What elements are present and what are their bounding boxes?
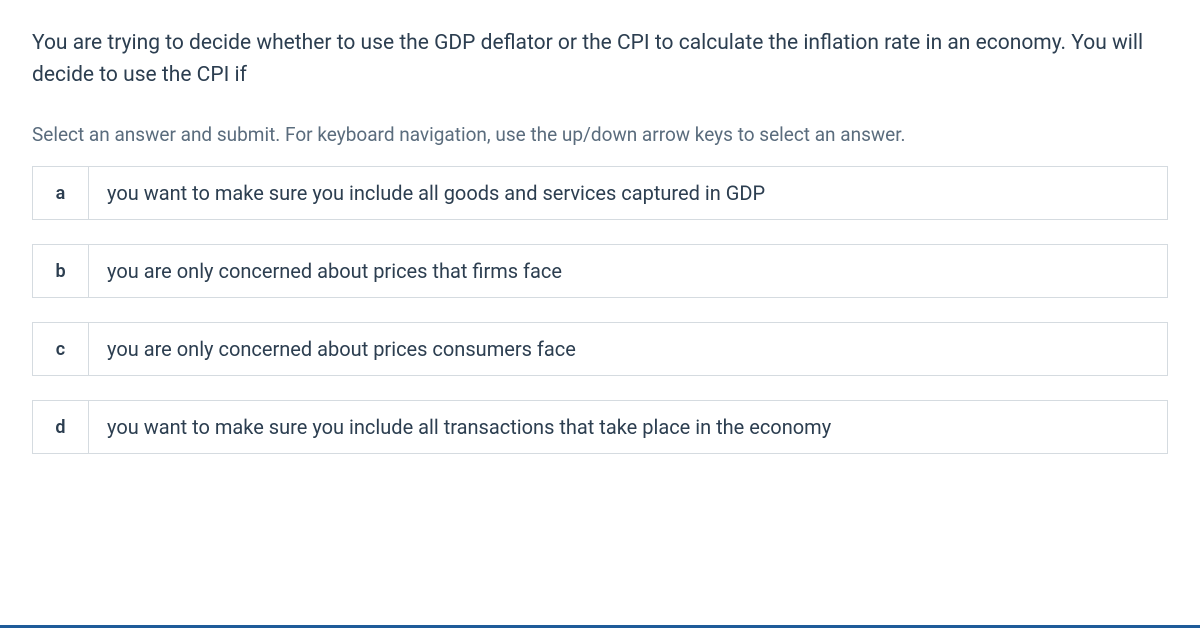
option-d[interactable]: d you want to make sure you include all … bbox=[32, 400, 1168, 454]
instruction-text: Select an answer and submit. For keyboar… bbox=[0, 123, 1200, 146]
question-block: You are trying to decide whether to use … bbox=[0, 0, 1200, 91]
question-text: You are trying to decide whether to use … bbox=[32, 28, 1168, 91]
option-c[interactable]: c you are only concerned about prices co… bbox=[32, 322, 1168, 376]
option-letter: d bbox=[33, 401, 89, 453]
option-a[interactable]: a you want to make sure you include all … bbox=[32, 166, 1168, 220]
option-letter: c bbox=[33, 323, 89, 375]
option-letter: b bbox=[33, 245, 89, 297]
option-text: you want to make sure you include all go… bbox=[89, 167, 1167, 219]
option-b[interactable]: b you are only concerned about prices th… bbox=[32, 244, 1168, 298]
option-letter: a bbox=[33, 167, 89, 219]
options-list: a you want to make sure you include all … bbox=[0, 166, 1200, 454]
option-text: you are only concerned about prices cons… bbox=[89, 323, 1167, 375]
option-text: you want to make sure you include all tr… bbox=[89, 401, 1167, 453]
option-text: you are only concerned about prices that… bbox=[89, 245, 1167, 297]
